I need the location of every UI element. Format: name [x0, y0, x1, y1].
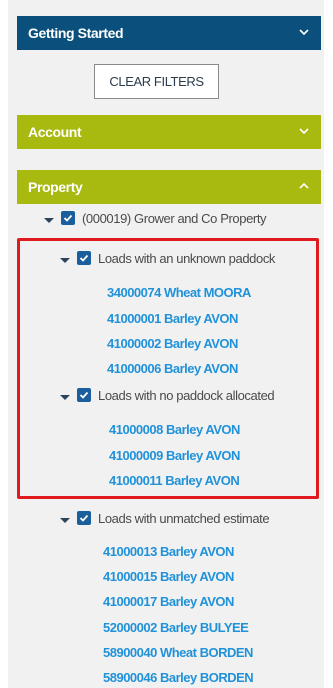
checkmark-icon — [63, 214, 73, 222]
no-paddock-checkbox[interactable] — [77, 388, 91, 402]
getting-started-header[interactable]: Getting Started — [17, 16, 321, 50]
load-link[interactable]: 41000017 Barley AVON — [103, 594, 234, 609]
load-link[interactable]: 41000011 Barley AVON — [109, 473, 240, 488]
checkmark-icon — [79, 514, 89, 522]
no-paddock-label: Loads with no paddock allocated — [98, 387, 275, 403]
getting-started-label: Getting Started — [28, 25, 124, 41]
caret-down-icon[interactable] — [60, 257, 70, 263]
tree-node-unmatched-estimate: Loads with unmatched estimate — [60, 508, 270, 528]
load-link[interactable]: 58900040 Wheat BORDEN — [103, 645, 253, 660]
clear-filters-button[interactable]: CLEAR FILTERS — [94, 64, 219, 99]
unmatched-estimate-checkbox[interactable] — [77, 511, 91, 525]
checkmark-icon — [79, 391, 89, 399]
load-link[interactable]: 34000074 Wheat MOORA — [107, 285, 251, 300]
property-checkbox[interactable] — [61, 211, 75, 225]
property-label: Property — [28, 179, 83, 195]
caret-down-icon[interactable] — [60, 517, 70, 523]
load-link[interactable]: 41000009 Barley AVON — [109, 448, 240, 463]
chevron-up-icon — [299, 182, 309, 189]
account-header[interactable]: Account — [17, 115, 321, 149]
property-header[interactable]: Property — [17, 170, 321, 204]
load-link[interactable]: 58900046 Barley BORDEN — [103, 670, 254, 685]
load-link[interactable]: 41000013 Barley AVON — [103, 544, 234, 559]
filter-panel: Getting Started CLEAR FILTERS Account Pr… — [8, 0, 324, 688]
tree-node-no-paddock: Loads with no paddock allocated — [60, 385, 275, 405]
load-link[interactable]: 41000008 Barley AVON — [109, 422, 240, 437]
chevron-down-icon — [299, 128, 309, 135]
tree-node-property: (000019) Grower and Co Property — [44, 208, 267, 228]
tree-node-unknown-paddock: Loads with an unknown paddock — [60, 248, 275, 268]
load-link[interactable]: 41000002 Barley AVON — [107, 336, 238, 351]
chevron-down-icon — [299, 29, 309, 36]
unmatched-estimate-label: Loads with unmatched estimate — [98, 510, 270, 526]
property-node-label: (000019) Grower and Co Property — [82, 210, 267, 226]
load-link[interactable]: 41000006 Barley AVON — [107, 361, 238, 376]
load-link[interactable]: 52000002 Barley BULYEE — [103, 620, 249, 635]
load-link[interactable]: 41000001 Barley AVON — [107, 311, 238, 326]
unknown-paddock-checkbox[interactable] — [77, 251, 91, 265]
unknown-paddock-label: Loads with an unknown paddock — [98, 250, 276, 266]
caret-down-icon[interactable] — [60, 394, 70, 400]
checkmark-icon — [79, 254, 89, 262]
caret-down-icon[interactable] — [44, 217, 54, 223]
account-label: Account — [28, 124, 82, 140]
load-link[interactable]: 41000015 Barley AVON — [103, 569, 234, 584]
